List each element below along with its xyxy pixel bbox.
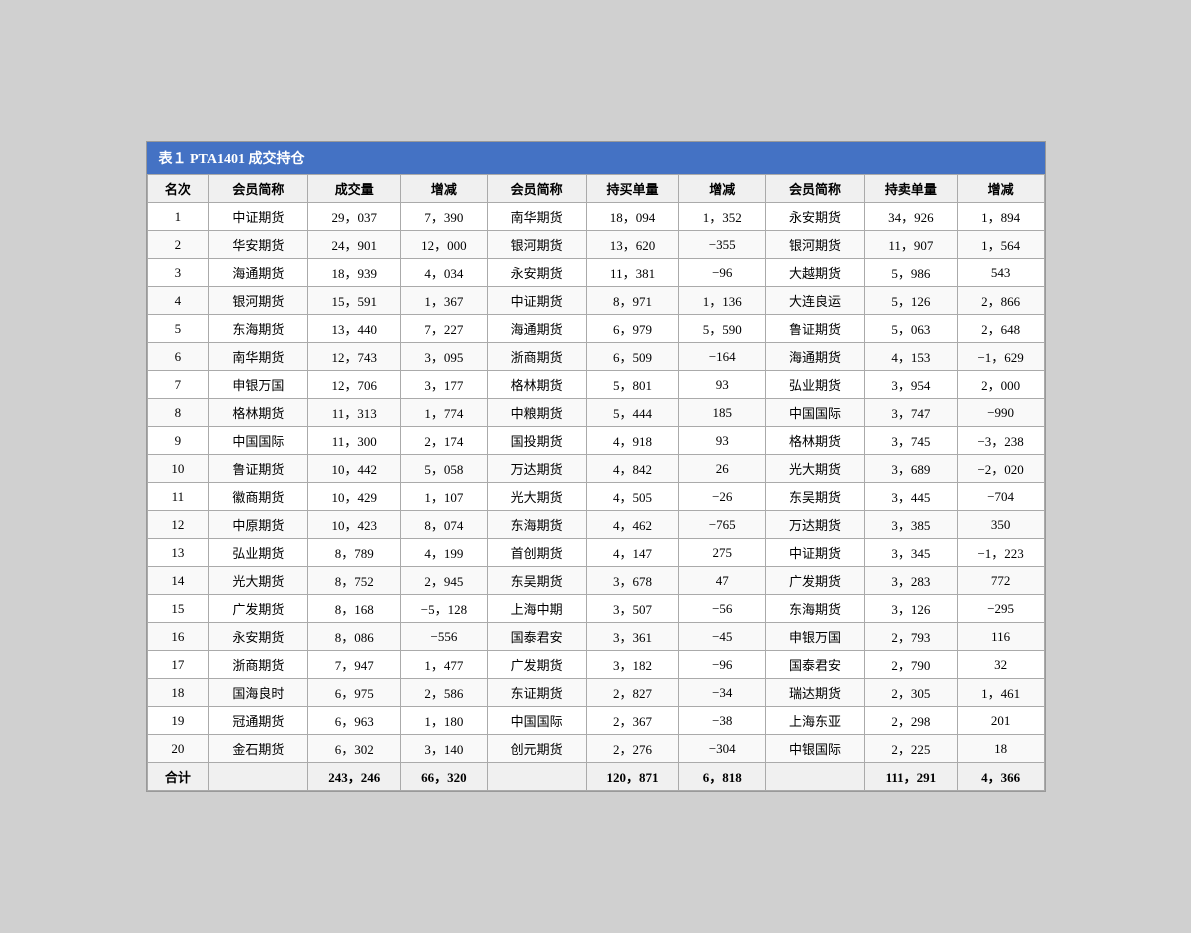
header-trade-volume: 成交量 — [308, 175, 401, 203]
table-row: 14光大期货8，7522，945东吴期货3，67847广发期货3，283772 — [147, 567, 1044, 595]
table-row: 16永安期货8，086−556国泰君安3，361−45申银万国2，793116 — [147, 623, 1044, 651]
table-row: 6南华期货12，7433，095浙商期货6，509−164海通期货4，153−1… — [147, 343, 1044, 371]
header-trade-member: 会员简称 — [209, 175, 308, 203]
header-row: 名次 会员简称 成交量 增减 会员简称 持买单量 增减 会员简称 持卖单量 增减 — [147, 175, 1044, 203]
table-row: 17浙商期货7，9471，477广发期货3，182−96国泰君安2，79032 — [147, 651, 1044, 679]
total-row: 合计243，24666，320120，8716，818111，2914，366 — [147, 763, 1044, 791]
table-row: 2华安期货24，90112，000银河期货13，620−355银河期货11，90… — [147, 231, 1044, 259]
table-row: 19冠通期货6，9631，180中国国际2，367−38上海东亚2，298201 — [147, 707, 1044, 735]
table-row: 20金石期货6，3023，140创元期货2，276−304中银国际2，22518 — [147, 735, 1044, 763]
table-row: 18国海良时6，9752，586东证期货2，827−34瑞达期货2，3051，4… — [147, 679, 1044, 707]
table-row: 1中证期货29，0377，390南华期货18，0941，352永安期货34，92… — [147, 203, 1044, 231]
header-trade-change: 增减 — [401, 175, 488, 203]
table-row: 13弘业期货8，7894，199首创期货4，147275中证期货3，345−1，… — [147, 539, 1044, 567]
table-row: 5东海期货13，4407，227海通期货6，9795，590鲁证期货5，0632… — [147, 315, 1044, 343]
header-rank: 名次 — [147, 175, 209, 203]
header-buy-change: 增减 — [679, 175, 766, 203]
table-row: 15广发期货8，168−5，128上海中期3，507−56东海期货3，126−2… — [147, 595, 1044, 623]
table-body: 1中证期货29，0377，390南华期货18，0941，352永安期货34，92… — [147, 203, 1044, 791]
table-row: 4银河期货15，5911，367中证期货8，9711，136大连良运5，1262… — [147, 287, 1044, 315]
table-row: 7申银万国12，7063，177格林期货5，80193弘业期货3，9542，00… — [147, 371, 1044, 399]
table-title: 表１ PTA1401 成交持仓 — [147, 142, 1045, 174]
table-row: 12中原期货10，4238，074东海期货4，462−765万达期货3，3853… — [147, 511, 1044, 539]
table-row: 8格林期货11，3131，774中粮期货5，444185中国国际3，747−99… — [147, 399, 1044, 427]
table-row: 11徽商期货10，4291，107光大期货4，505−26东吴期货3，445−7… — [147, 483, 1044, 511]
header-buy-volume: 持买单量 — [586, 175, 679, 203]
main-container: 表１ PTA1401 成交持仓 名次 会员简称 成交量 增减 会员简称 持买单量… — [146, 141, 1046, 792]
table-row: 3海通期货18，9394，034永安期货11，381−96大越期货5，98654… — [147, 259, 1044, 287]
header-sell-volume: 持卖单量 — [865, 175, 958, 203]
header-sell-change: 增减 — [957, 175, 1044, 203]
header-buy-member: 会员简称 — [487, 175, 586, 203]
table-row: 10鲁证期货10，4425，058万达期货4，84226光大期货3，689−2，… — [147, 455, 1044, 483]
header-sell-member: 会员简称 — [766, 175, 865, 203]
data-table: 名次 会员简称 成交量 增减 会员简称 持买单量 增减 会员简称 持卖单量 增减… — [147, 174, 1045, 791]
table-row: 9中国国际11，3002，174国投期货4，91893格林期货3，745−3，2… — [147, 427, 1044, 455]
